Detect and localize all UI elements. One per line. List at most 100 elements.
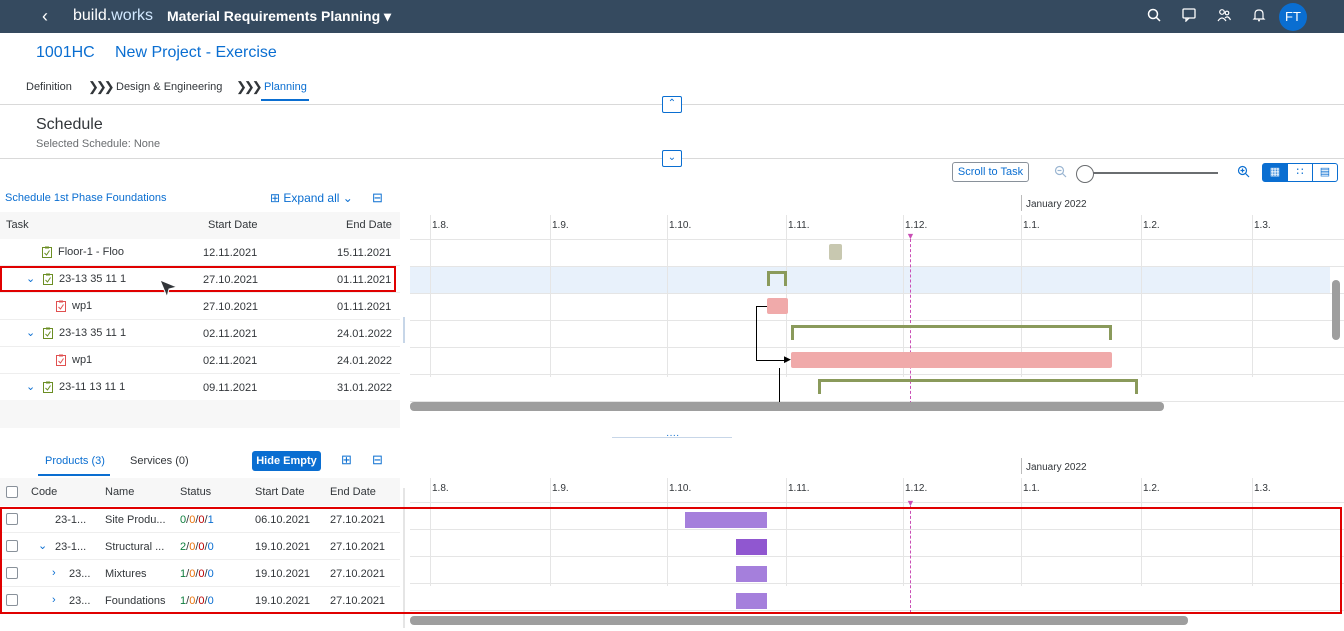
expand-schedule-button[interactable]: ⌄ xyxy=(662,150,682,167)
task-table-header xyxy=(0,212,400,239)
row-divider xyxy=(0,319,400,320)
collapse-icon[interactable]: ⊟ xyxy=(372,452,383,468)
splitter[interactable] xyxy=(400,185,410,428)
task-bar[interactable] xyxy=(829,244,842,260)
zoom-out-icon[interactable] xyxy=(1054,165,1067,183)
timeline-tick-label: 1.12. xyxy=(905,220,928,231)
task-name[interactable]: 23-11 13 11 1 xyxy=(59,381,125,393)
col-status[interactable]: Status xyxy=(180,486,211,498)
shell-bar: ‹ build.works Material Requirements Plan… xyxy=(0,0,1344,33)
dependency-line xyxy=(756,360,786,361)
task-start-date: 02.11.2021 xyxy=(203,328,258,340)
summary-bar-start xyxy=(791,325,794,340)
step-separator-icon: ❯❯❯ xyxy=(88,79,115,94)
step-design-engineering[interactable]: Design & Engineering xyxy=(116,81,222,93)
row-divider xyxy=(0,373,400,374)
expand-icon[interactable]: ⊞ xyxy=(341,452,352,468)
summary-bar[interactable] xyxy=(818,379,1138,382)
collapse-header-button[interactable]: ⌃ xyxy=(662,96,682,113)
task-icon xyxy=(43,380,53,398)
selected-schedule: Selected Schedule: None xyxy=(36,138,161,150)
timeline-tick-label: 1.12. xyxy=(905,483,928,494)
summary-bar-end xyxy=(1109,325,1112,340)
layout-split-button[interactable]: ▦ xyxy=(1262,163,1288,182)
col-end-date[interactable]: End Date xyxy=(346,219,392,231)
col-start-date[interactable]: Start Date xyxy=(208,219,258,231)
gantt-row-line xyxy=(410,374,1344,375)
task-name[interactable]: wp1 xyxy=(72,300,92,312)
step-definition[interactable]: Definition xyxy=(26,81,72,93)
object-header: 1001HC New Project - Exercise Definition… xyxy=(0,33,1344,105)
gantt-bottom-scrollbar[interactable] xyxy=(410,616,1188,625)
people-icon[interactable] xyxy=(1215,8,1233,26)
summary-bar[interactable] xyxy=(791,325,1112,328)
month-label: January 2022 xyxy=(1026,462,1087,473)
today-marker-icon: ▼ xyxy=(906,231,915,241)
work-package-icon xyxy=(56,353,66,371)
timeline-tick-label: 1.11. xyxy=(788,483,810,494)
month-divider xyxy=(1021,458,1022,474)
bell-icon[interactable] xyxy=(1250,8,1268,26)
zoom-in-icon[interactable] xyxy=(1237,165,1250,183)
task-end-date: 15.11.2021 xyxy=(337,247,392,259)
timeline-tick-label: 1.9. xyxy=(552,220,569,231)
summary-bar-end xyxy=(784,271,787,286)
month-divider xyxy=(1021,195,1022,211)
zoom-slider-handle[interactable] xyxy=(1076,165,1094,183)
select-all-checkbox[interactable] xyxy=(6,486,18,498)
col-start-date[interactable]: Start Date xyxy=(255,486,305,498)
dependency-line xyxy=(779,368,780,403)
hide-empty-button[interactable]: Hide Empty xyxy=(252,451,321,471)
timeline-tick-label: 1.2. xyxy=(1143,220,1160,231)
task-end-date: 24.01.2022 xyxy=(337,355,393,367)
brand-logo[interactable]: build.works xyxy=(73,7,153,25)
tab-products[interactable]: Products (3) xyxy=(45,455,105,467)
task-icon xyxy=(43,326,53,344)
task-name[interactable]: 23-13 35 11 1 xyxy=(59,327,126,339)
summary-bar-start xyxy=(818,379,821,394)
scroll-to-task-button[interactable]: Scroll to Task xyxy=(952,162,1029,182)
gantt-top-scrollbar[interactable] xyxy=(410,402,1164,411)
step-planning[interactable]: Planning xyxy=(264,81,307,93)
task-bar[interactable] xyxy=(767,298,788,314)
col-name[interactable]: Name xyxy=(105,486,134,498)
task-bar[interactable] xyxy=(791,352,1112,368)
col-task[interactable]: Task xyxy=(6,219,29,231)
collapse-all-icon[interactable]: ⊟ xyxy=(372,190,383,206)
tab-services[interactable]: Services (0) xyxy=(130,455,189,467)
dependency-line xyxy=(756,306,767,307)
task-end-date: 01.11.2021 xyxy=(337,301,392,313)
task-end-date: 24.01.2022 xyxy=(337,328,393,340)
gantt-top-vscrollbar[interactable] xyxy=(1332,280,1340,340)
schedule-name-link[interactable]: Schedule 1st Phase Foundations xyxy=(5,192,166,204)
expand-all-button[interactable]: ⊞ Expand all ⌄ xyxy=(270,191,353,205)
search-icon[interactable] xyxy=(1145,8,1163,26)
col-code[interactable]: Code xyxy=(31,486,57,498)
app-title-menu[interactable]: Material Requirements Planning ▾ xyxy=(167,8,391,25)
gantt-row-line xyxy=(410,502,1344,503)
layout-table-button[interactable]: ▤ xyxy=(1312,163,1338,182)
avatar[interactable]: FT xyxy=(1279,3,1307,31)
object-id: 1001HC xyxy=(36,44,95,61)
layout-grid-button[interactable]: ∷ xyxy=(1287,163,1313,182)
task-end-date: 31.01.2022 xyxy=(337,382,393,394)
resize-grip-icon[interactable]: ···· xyxy=(666,430,679,441)
feedback-icon[interactable] xyxy=(1180,8,1198,26)
summary-bar-start xyxy=(767,271,770,286)
schedule-title: Schedule xyxy=(36,116,103,133)
summary-bar-end xyxy=(1135,379,1138,394)
dependency-line xyxy=(756,306,757,361)
timeline-tick-label: 1.3. xyxy=(1254,220,1271,231)
timeline-tick-label: 1.10. xyxy=(669,220,692,231)
task-name[interactable]: wp1 xyxy=(72,354,92,366)
timeline-tick-label: 1.11. xyxy=(788,220,810,231)
chevron-down-icon[interactable]: ⌄ xyxy=(26,326,35,339)
back-icon[interactable]: ‹ xyxy=(42,6,48,27)
row-divider xyxy=(0,292,400,293)
chevron-down-icon[interactable]: ⌄ xyxy=(26,380,35,393)
zoom-slider-track[interactable] xyxy=(1086,172,1218,174)
task-name[interactable]: Floor-1 - Floo xyxy=(58,246,124,258)
highlighted-task-row xyxy=(0,266,396,292)
highlighted-product-rows xyxy=(0,507,1342,614)
col-end-date[interactable]: End Date xyxy=(330,486,376,498)
